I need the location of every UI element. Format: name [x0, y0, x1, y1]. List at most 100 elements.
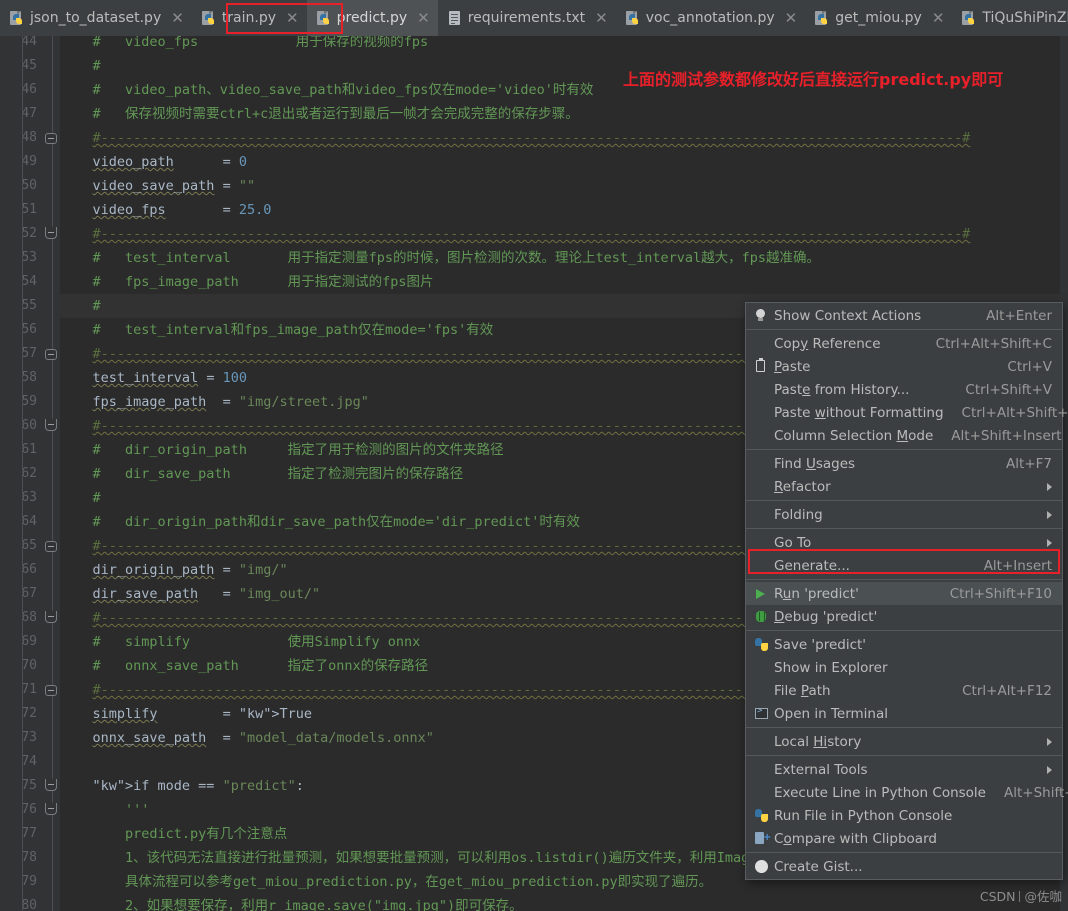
- line-number: 62: [21, 466, 37, 481]
- code-fold-start-icon[interactable]: [45, 347, 60, 362]
- code-line[interactable]: video_path = 0: [60, 150, 1068, 174]
- menu-item-go-to[interactable]: Go To: [746, 531, 1062, 554]
- menu-item-label: Folding: [774, 506, 823, 523]
- menu-item-save-predict[interactable]: Save 'predict': [746, 633, 1062, 656]
- python-file-icon: [625, 10, 640, 26]
- menu-item-no-icon: [752, 762, 770, 778]
- editor-context-menu[interactable]: Show Context Actions Alt+Enter Copy Refere…: [745, 302, 1068, 880]
- editor-tab-voc-annotation-py[interactable]: voc_annotation.py ✕: [616, 0, 806, 36]
- close-icon[interactable]: ✕: [171, 10, 184, 26]
- line-number: 52: [21, 226, 37, 241]
- line-number: 61: [21, 442, 37, 457]
- editor-tab-json-to-dataset-py[interactable]: json_to_dataset.py ✕: [0, 0, 192, 36]
- menu-separator: [746, 329, 1062, 330]
- menu-item-label: Run 'predict': [774, 585, 859, 602]
- menu-item-paste-from-history[interactable]: Paste from History... Ctrl+Shift+V: [746, 378, 1062, 401]
- menu-item-label: Run File in Python Console: [774, 807, 953, 824]
- editor-tab-requirements-txt[interactable]: requirements.txt ✕: [438, 0, 616, 36]
- clipboard-icon: [752, 357, 770, 375]
- menu-item-run-file-in-python-console[interactable]: Run File in Python Console: [746, 804, 1062, 827]
- close-icon[interactable]: ✕: [932, 10, 945, 26]
- close-icon[interactable]: ✕: [785, 10, 798, 26]
- menu-item-external-tools[interactable]: External Tools: [746, 758, 1062, 781]
- editor-tab-train-py[interactable]: train.py ✕: [192, 0, 307, 36]
- close-icon[interactable]: ✕: [286, 10, 299, 26]
- menu-item-execute-line-in-python-console[interactable]: Execute Line in Python Console Alt+Shift+…: [746, 781, 1068, 804]
- menu-item-label: Local History: [774, 733, 862, 750]
- code-fold-start-icon[interactable]: [45, 539, 60, 554]
- menu-item-show-in-explorer[interactable]: Show in Explorer: [746, 656, 1062, 679]
- code-line[interactable]: video_save_path = "": [60, 174, 1068, 198]
- line-number: 53: [21, 250, 37, 265]
- code-line[interactable]: # fps_image_path 用于指定测试的fps图片: [60, 270, 1068, 294]
- line-number: 73: [21, 730, 37, 745]
- close-icon[interactable]: ✕: [595, 10, 608, 26]
- menu-item-run-predict[interactable]: Run 'predict' Ctrl+Shift+F10: [746, 582, 1062, 605]
- menu-item-find-usages[interactable]: Find Usages Alt+F7: [746, 452, 1062, 475]
- menu-item-local-history[interactable]: Local History: [746, 730, 1062, 753]
- code-fold-end-icon[interactable]: [45, 611, 60, 626]
- debug-bug-icon: [752, 609, 770, 625]
- menu-item-label: Debug 'predict': [774, 608, 878, 625]
- code-fold-end-icon[interactable]: [45, 803, 60, 818]
- github-icon: [752, 859, 770, 875]
- menu-item-label: Paste from History...: [774, 381, 910, 398]
- code-line[interactable]: #---------------------------------------…: [60, 126, 1068, 150]
- menu-item-compare-with-clipboard[interactable]: Compare with Clipboard: [746, 827, 1062, 850]
- menu-item-label: Show Context Actions: [774, 307, 922, 324]
- menu-item-copy-reference[interactable]: Copy Reference Ctrl+Alt+Shift+C: [746, 332, 1062, 355]
- code-fold-end-icon[interactable]: [45, 419, 60, 434]
- code-line[interactable]: # test_interval 用于指定测量fps的时候，图片检测的次数。理论上…: [60, 246, 1068, 270]
- editor-tab-label: json_to_dataset.py: [30, 10, 162, 26]
- code-line[interactable]: video_fps = 25.0: [60, 198, 1068, 222]
- menu-item-paste-without-formatting[interactable]: Paste without Formatting Ctrl+Alt+Shift+V: [746, 401, 1068, 424]
- menu-item-label: Generate...: [774, 557, 850, 574]
- menu-item-open-in-terminal[interactable]: Open in Terminal: [746, 702, 1062, 725]
- menu-item-label: Copy Reference: [774, 335, 881, 352]
- code-fold-end-icon[interactable]: [45, 779, 60, 794]
- menu-item-show-context-actions[interactable]: Show Context Actions Alt+Enter: [746, 304, 1062, 327]
- editor-tab-predict-py[interactable]: predict.py ✕: [306, 0, 438, 36]
- editor-tab-tiqushipinzhen-py[interactable]: TiQuShiPinZhen.py✕: [952, 0, 1068, 36]
- menu-item-debug-predict[interactable]: Debug 'predict': [746, 605, 1062, 628]
- menu-separator: [746, 528, 1062, 529]
- code-fold-end-icon[interactable]: [45, 227, 60, 242]
- menu-item-label: Column Selection Mode: [774, 427, 934, 444]
- watermark-divider: [1019, 891, 1021, 902]
- menu-item-shortcut: Ctrl+Shift+V: [965, 381, 1052, 398]
- menu-item-no-icon: [752, 428, 770, 444]
- line-number: 49: [21, 154, 37, 169]
- line-number: 70: [21, 658, 37, 673]
- menu-item-folding[interactable]: Folding: [746, 503, 1062, 526]
- line-number: 79: [21, 874, 37, 889]
- code-line[interactable]: 2、如果想要保存，利用r_image.save("img.jpg")即可保存。: [60, 894, 1068, 911]
- menu-item-file-path[interactable]: File Path Ctrl+Alt+F12: [746, 679, 1062, 702]
- menu-item-refactor[interactable]: Refactor: [746, 475, 1062, 498]
- line-number: 60: [21, 418, 37, 433]
- menu-item-label: Paste: [774, 358, 811, 375]
- code-line[interactable]: # video_fps 用于保存的视频的fps: [60, 36, 1068, 54]
- close-icon[interactable]: ✕: [417, 10, 430, 26]
- menu-item-no-icon: [752, 734, 770, 750]
- editor-tab-get-miou-py[interactable]: get_miou.py ✕: [805, 0, 952, 36]
- line-number: 51: [21, 202, 37, 217]
- menu-item-no-icon: [752, 405, 770, 421]
- code-line[interactable]: #---------------------------------------…: [60, 222, 1068, 246]
- menu-item-generate[interactable]: Generate... Alt+Insert: [746, 554, 1062, 577]
- editor-tab-bar: json_to_dataset.py ✕ train.py ✕ predict.py ✕ r…: [0, 0, 1068, 37]
- menu-item-shortcut: Alt+Shift+E: [1003, 784, 1068, 801]
- menu-item-no-icon: [752, 660, 770, 676]
- menu-item-label: Refactor: [774, 478, 831, 495]
- submenu-arrow-icon: [1047, 510, 1052, 519]
- editor-tab-label: get_miou.py: [835, 10, 922, 26]
- watermark: CSDN @佐咖: [980, 886, 1062, 905]
- menu-item-create-gist[interactable]: Create Gist...: [746, 855, 1062, 878]
- code-fold-start-icon[interactable]: [45, 683, 60, 698]
- menu-item-shortcut: Alt+Insert: [983, 557, 1052, 574]
- menu-item-label: File Path: [774, 682, 831, 699]
- code-line[interactable]: # 保存视频时需要ctrl+c退出或者运行到最后一帧才会完成完整的保存步骤。: [60, 102, 1068, 126]
- menu-item-paste[interactable]: Paste Ctrl+V: [746, 355, 1062, 378]
- code-fold-start-icon[interactable]: [45, 131, 60, 146]
- menu-item-column-selection-mode[interactable]: Column Selection Mode Alt+Shift+Insert: [746, 424, 1062, 447]
- line-number: 80: [21, 898, 37, 911]
